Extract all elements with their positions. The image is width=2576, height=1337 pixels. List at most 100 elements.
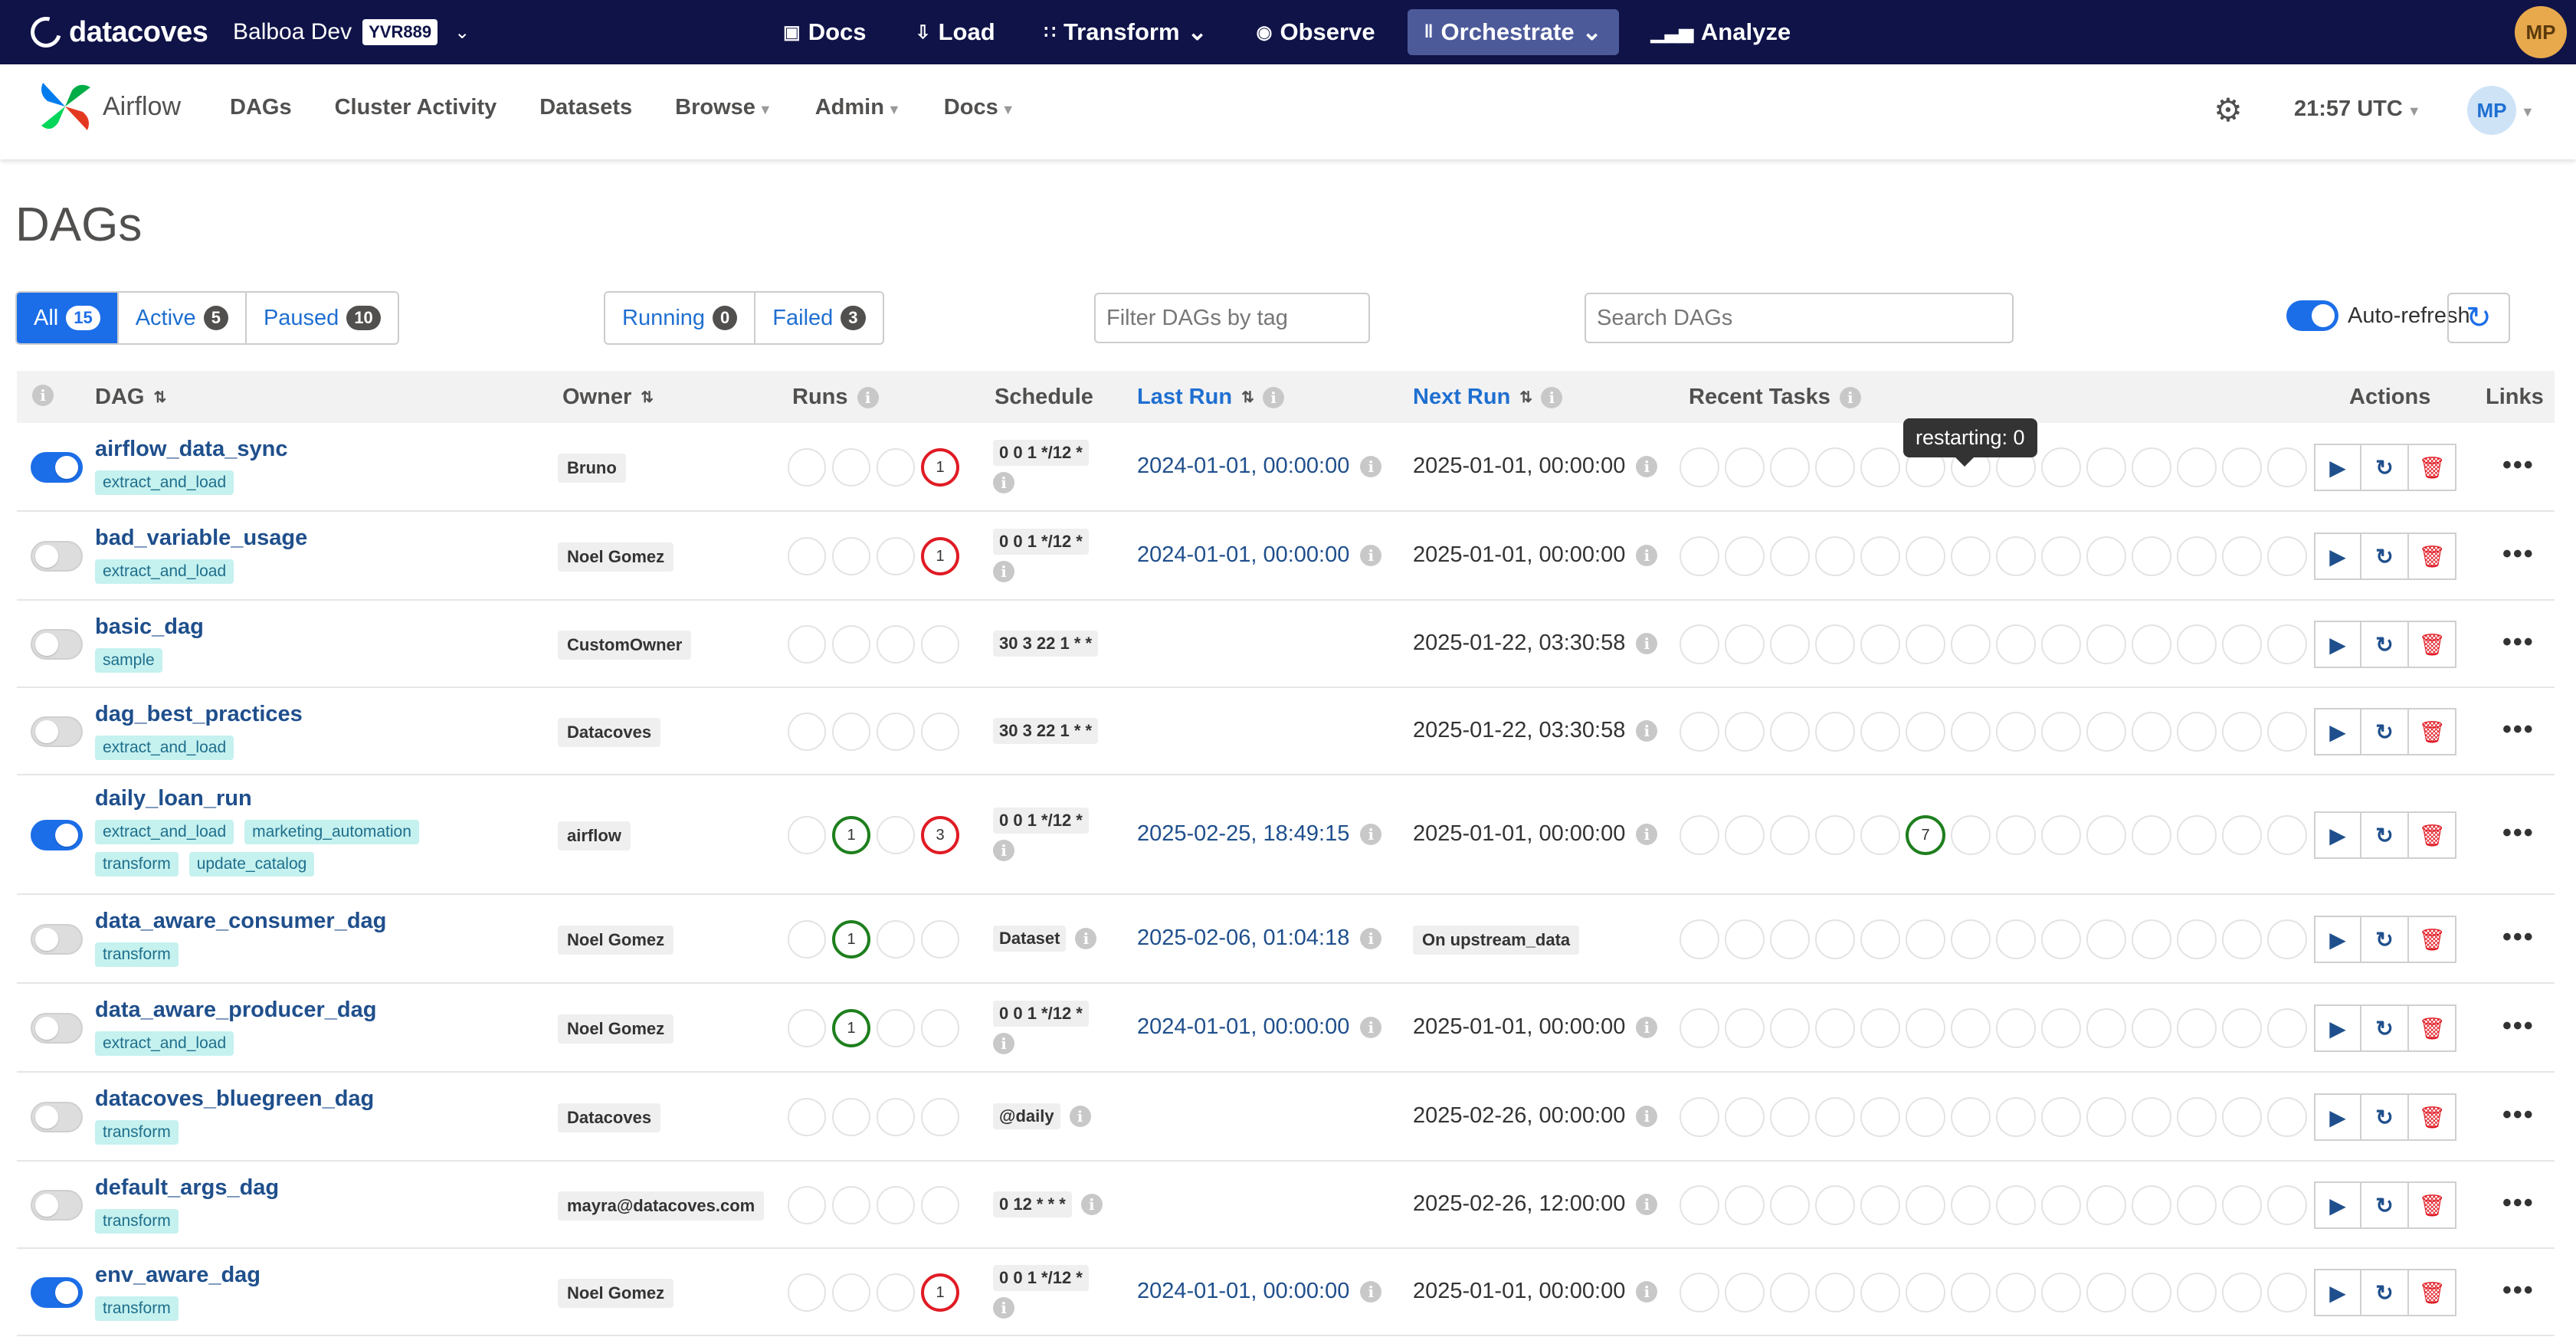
recent-task-circle[interactable] [2132,447,2171,487]
recent-task-circle[interactable] [2086,447,2126,487]
recent-task-circle[interactable] [2041,536,2081,576]
last-run-cell[interactable]: 2024-01-01, 00:00:00 i [1137,1279,1382,1304]
filter-paused[interactable]: Paused 10 [246,293,398,343]
recent-task-circle[interactable] [1815,1273,1855,1312]
more-links-icon[interactable]: ••• [2502,539,2535,569]
recent-task-circle[interactable] [1996,1273,2036,1312]
dag-tag[interactable]: extract_and_load [95,470,234,495]
recent-task-circle[interactable] [2222,815,2262,855]
recent-task-circle[interactable] [2222,1008,2262,1048]
run-status-circle[interactable] [877,1009,915,1047]
recent-task-circle[interactable] [2267,1008,2307,1048]
delete-dag-button[interactable]: 🗑 [2409,1269,2456,1316]
recent-task-circle[interactable] [2222,1097,2262,1137]
info-icon[interactable]: i [1636,719,1658,742]
recent-task-circle[interactable] [1906,1097,1945,1137]
recent-task-circle[interactable] [1951,815,1991,855]
topnav-analyze[interactable]: ▁▃▅ Analyze [1634,9,1808,55]
dag-name-link[interactable]: basic_dag [95,614,204,640]
dag-name-link[interactable]: data_aware_consumer_dag [95,909,386,934]
recent-task-circle[interactable] [1770,536,1810,576]
run-status-circle[interactable] [877,537,915,575]
recent-task-circle[interactable] [1951,624,1991,664]
airflow-menu-browse[interactable]: Browse ▼ [675,95,772,120]
more-links-icon[interactable]: ••• [2502,922,2535,952]
info-icon[interactable]: i [1360,544,1382,566]
run-status-circle[interactable] [832,1098,870,1136]
last-run-cell[interactable]: 2025-02-25, 18:49:15 i [1137,821,1382,847]
more-links-icon[interactable]: ••• [2502,1188,2535,1218]
recent-task-circle[interactable] [1725,1185,1765,1225]
delete-dag-button[interactable]: 🗑 [2409,1181,2456,1229]
dag-pause-toggle[interactable] [31,924,83,955]
dag-pause-toggle[interactable] [31,541,83,572]
run-status-circle[interactable] [921,713,959,751]
recent-task-circle[interactable] [2222,447,2262,487]
dag-tag[interactable]: transform [95,1209,179,1234]
recent-task-circle[interactable] [1860,447,1900,487]
dag-tag[interactable]: transform [95,1120,179,1145]
reparse-dag-button[interactable]: ↻ [2361,916,2409,963]
recent-task-circle[interactable] [2267,1273,2307,1312]
dag-name-link[interactable]: env_aware_dag [95,1263,261,1288]
recent-task-circle[interactable] [1815,536,1855,576]
recent-task-circle[interactable] [1996,1008,2036,1048]
recent-task-circle[interactable] [1680,1273,1719,1312]
run-status-circle[interactable] [788,448,826,487]
run-status-circle[interactable] [788,713,826,751]
recent-task-circle[interactable] [1860,1185,1900,1225]
trigger-dag-button[interactable]: ▶ [2314,811,2361,859]
topnav-docs[interactable]: ▣ Docs [766,9,883,55]
filter-running[interactable]: Running 0 [605,293,756,343]
run-status-circle[interactable] [877,448,915,487]
recent-task-circle[interactable] [2177,919,2217,959]
recent-task-circle[interactable] [2222,536,2262,576]
reparse-dag-button[interactable]: ↻ [2361,1004,2409,1052]
trigger-dag-button[interactable]: ▶ [2314,533,2361,580]
recent-task-circle[interactable]: 7 [1906,815,1945,855]
reparse-dag-button[interactable]: ↻ [2361,533,2409,580]
run-status-circle[interactable] [877,713,915,751]
recent-task-circle[interactable] [2086,1185,2126,1225]
trigger-dag-button[interactable]: ▶ [2314,621,2361,668]
dag-tag[interactable]: extract_and_load [95,820,234,844]
reparse-dag-button[interactable]: ↻ [2361,708,2409,755]
recent-task-circle[interactable] [1951,1185,1991,1225]
dag-pause-toggle[interactable] [31,1190,83,1221]
recent-task-circle[interactable] [1815,1008,1855,1048]
recent-task-circle[interactable] [2177,536,2217,576]
recent-task-circle[interactable] [1680,536,1719,576]
recent-task-circle[interactable] [1725,1097,1765,1137]
owner-badge[interactable]: Noel Gomez [558,1279,674,1308]
recent-task-circle[interactable] [2267,536,2307,576]
recent-task-circle[interactable] [1951,1273,1991,1312]
recent-task-circle[interactable] [1725,919,1765,959]
info-icon[interactable]: i [1636,1193,1658,1215]
recent-task-circle[interactable] [2041,1008,2081,1048]
recent-task-circle[interactable] [2267,447,2307,487]
recent-task-circle[interactable] [2041,815,2081,855]
owner-badge[interactable]: CustomOwner [558,631,692,660]
info-icon[interactable]: i [1360,455,1382,477]
owner-badge[interactable]: Noel Gomez [558,926,674,955]
user-avatar-top[interactable]: MP [2515,6,2567,58]
run-status-circle[interactable] [877,1186,915,1224]
run-status-circle[interactable] [877,1098,915,1136]
reparse-dag-button[interactable]: ↻ [2361,621,2409,668]
dag-tag[interactable]: sample [95,648,162,673]
recent-task-circle[interactable] [2086,624,2126,664]
info-icon[interactable]: i [993,1033,1014,1054]
dag-tag[interactable]: extract_and_load [95,736,234,760]
info-icon[interactable]: i [993,561,1014,582]
recent-task-circle[interactable] [1860,1273,1900,1312]
recent-task-circle[interactable] [1725,536,1765,576]
run-status-circle[interactable] [877,816,915,854]
run-status-circle[interactable] [788,625,826,664]
recent-task-circle[interactable] [1770,624,1810,664]
info-icon[interactable]: i [1360,927,1382,949]
recent-task-circle[interactable] [1725,624,1765,664]
refresh-button[interactable]: ↻ [2447,293,2510,343]
col-owner[interactable]: Owner ⇅ [562,385,654,410]
user-avatar[interactable]: MP [2467,86,2516,135]
recent-task-circle[interactable] [2267,624,2307,664]
